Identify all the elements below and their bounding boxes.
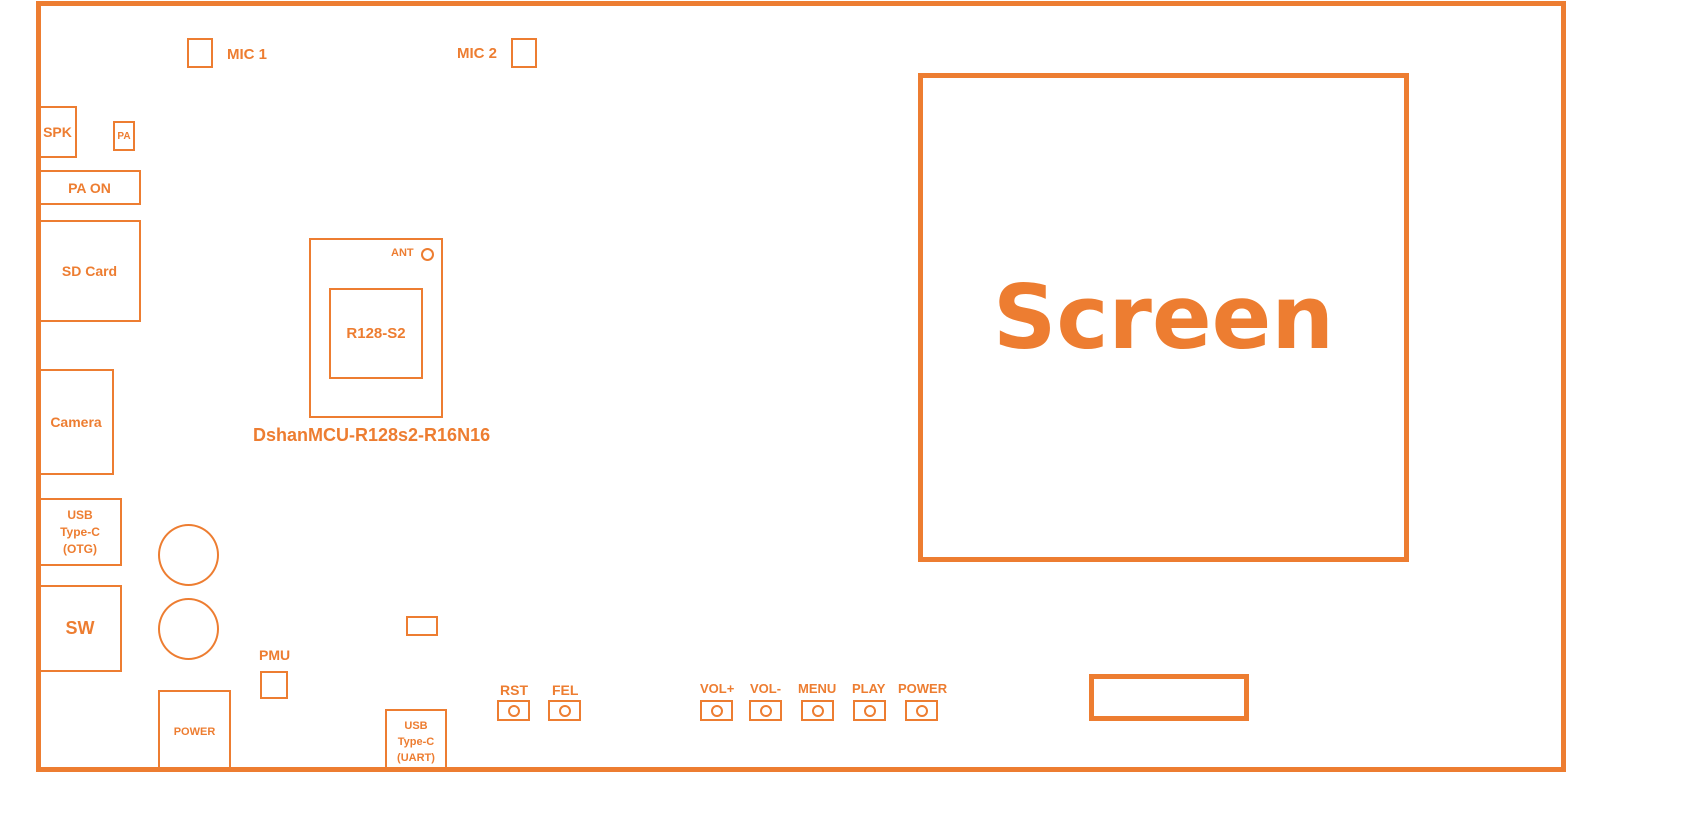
pmu-label: PMU (259, 647, 291, 663)
sd-card-slot: SD Card (38, 220, 141, 322)
camera-connector: Camera (38, 369, 114, 475)
usb-otg-line3: (OTG) (63, 541, 97, 556)
power-connector-label: POWER (173, 726, 216, 738)
pmu-chip (260, 671, 288, 699)
usb-otg-port: USB Type-C (OTG) (38, 498, 122, 566)
mic2-label: MIC 2 (457, 45, 498, 62)
menu-button-dot (811, 704, 824, 717)
play-label: PLAY (852, 681, 886, 696)
camera-label: Camera (50, 414, 102, 430)
vol-up-label: VOL+ (700, 681, 735, 696)
small-component (406, 616, 438, 636)
vol-up-button (700, 700, 733, 721)
vol-down-button (749, 700, 782, 721)
screen-label: Screen (993, 266, 1334, 369)
fel-button-dot (558, 704, 571, 717)
ant-label: ANT (391, 247, 414, 259)
screen-connector (1089, 674, 1249, 721)
pa-on-label: PA ON (68, 179, 111, 196)
usb-uart-line3: (UART) (397, 751, 435, 764)
round-component-upper (158, 524, 219, 586)
vol-down-button-dot (759, 704, 772, 717)
usb-otg-line1: USB (67, 507, 93, 522)
round-component-lower (158, 598, 219, 660)
antenna-pad (421, 248, 434, 261)
fel-label: FEL (552, 682, 579, 698)
fel-button (548, 700, 581, 721)
sw-label: SW (65, 618, 95, 638)
rst-button-dot (507, 704, 520, 717)
mic2-pad (511, 38, 537, 68)
pa-chip: PA (113, 121, 135, 151)
sw-switch: SW (38, 585, 122, 672)
rst-label: RST (500, 682, 528, 698)
pa-on-switch: PA ON (38, 170, 141, 205)
spk-connector: SPK (38, 106, 77, 158)
play-button (853, 700, 886, 721)
vol-down-label: VOL- (750, 681, 782, 696)
power-button (905, 700, 938, 721)
mic1-pad (187, 38, 213, 68)
usb-uart-line2: Type-C (397, 735, 435, 748)
usb-uart-line1: USB (404, 719, 428, 732)
power-button-label: POWER (898, 681, 948, 696)
play-button-dot (863, 704, 876, 717)
vol-up-button-dot (710, 704, 723, 717)
menu-button (801, 700, 834, 721)
power-connector: POWER (158, 690, 231, 772)
chip-r128-s2: R128-S2 (329, 288, 423, 379)
usb-otg-line2: Type-C (60, 524, 100, 539)
menu-label: MENU (798, 681, 837, 696)
module-name-label: DshanMCU-R128s2-R16N16 (253, 425, 491, 445)
chip-label: R128-S2 (346, 325, 406, 342)
usb-uart-port: USB Type-C (UART) (385, 709, 447, 772)
mic1-label: MIC 1 (227, 46, 268, 63)
pa-label: PA (117, 130, 131, 142)
screen-area: Screen (918, 73, 1409, 562)
rst-button (497, 700, 530, 721)
power-button-dot (915, 704, 928, 717)
spk-label: SPK (43, 124, 72, 140)
sd-card-label: SD Card (61, 263, 118, 279)
